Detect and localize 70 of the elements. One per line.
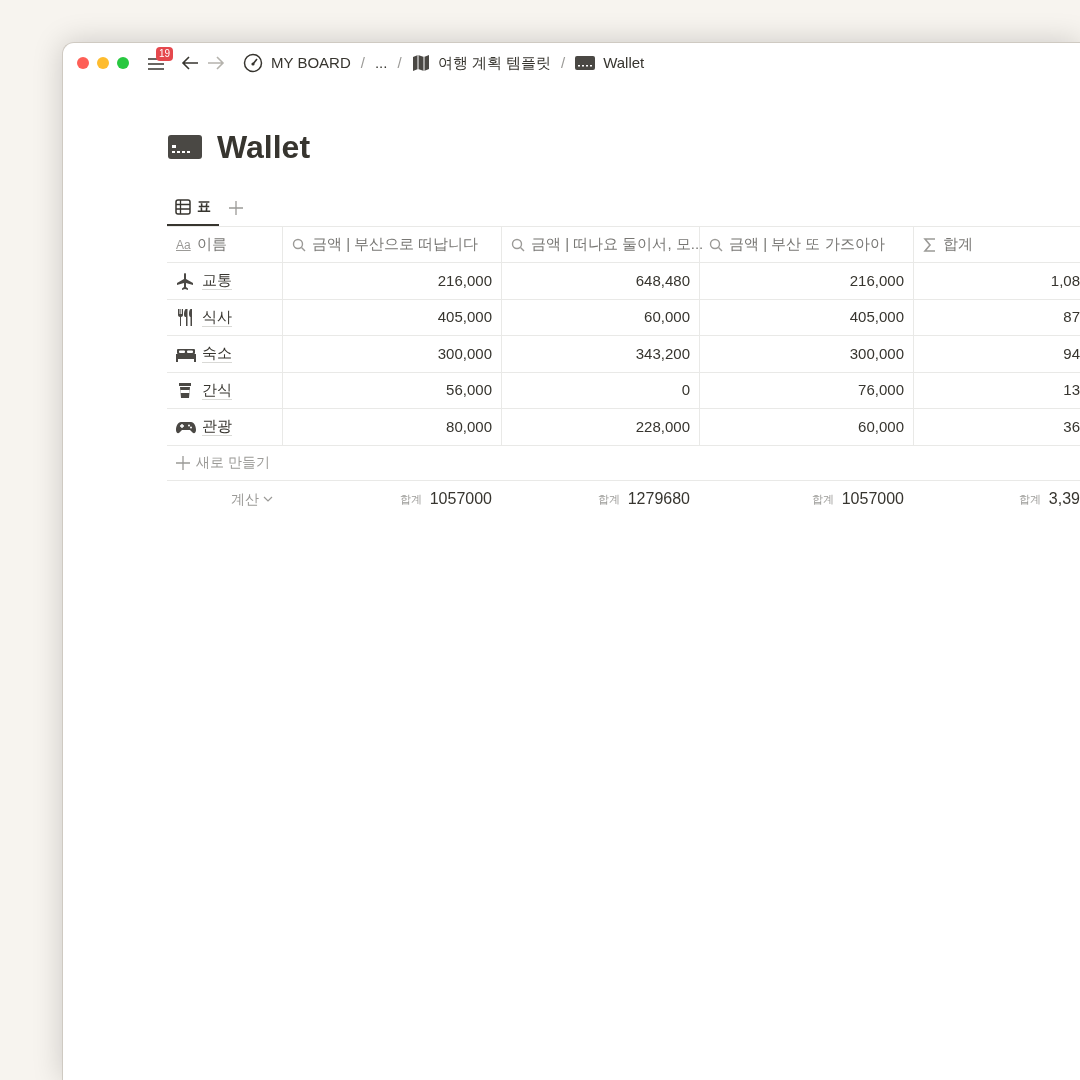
table-icon [175,198,191,215]
table-cell-text: 76,000 [858,380,904,400]
column-header[interactable]: Aa 이름 [167,227,282,262]
card-icon [167,133,203,161]
row-name[interactable]: 숙소 [202,344,232,364]
table-cell-text: 343,200 [635,343,690,364]
sigma-icon [923,236,937,253]
close-window-button[interactable] [77,57,89,69]
search-icon [292,237,306,252]
search-icon [709,237,723,252]
table-cell-text: 0 [681,380,690,400]
table-cell-text: 300,000 [849,343,904,364]
table-cell-text: 94 [1063,343,1080,364]
table-cell-text: 216,000 [437,270,492,291]
breadcrumb-link[interactable]: ... [374,51,388,75]
back-arrow-icon[interactable] [181,55,199,71]
title-type-icon: Aa [176,235,191,254]
forward-arrow-icon[interactable] [207,55,225,71]
search-icon [511,237,525,252]
table-view-tab[interactable]: 표 [167,189,219,226]
row-name[interactable]: 교통 [202,271,232,291]
column-title: 금액 | 부산으로 떠납니다 [312,234,479,255]
column-header[interactable]: 합계 [913,227,1080,262]
minimize-window-button[interactable] [97,57,109,69]
sum-label: 합계 [399,491,422,507]
breadcrumb-separator: / [397,52,402,73]
plus-icon [176,455,190,470]
table-cell-text: 56,000 [446,380,492,400]
table-cell-text: 36 [1063,416,1080,437]
column-title: 금액 | 부산 또 가즈아아 [729,234,885,255]
add-view-icon[interactable] [229,200,243,215]
table-cell-text: 405,000 [849,307,904,327]
row-name[interactable]: 간식 [202,380,232,400]
table-cell-text: 300,000 [437,343,492,364]
table-cell-text: 405,000 [437,307,492,327]
table-cell-text: 60,000 [644,307,690,327]
sum-label: 합계 [597,491,620,507]
sum-label: 합계 [1018,491,1041,507]
airplane-icon [176,271,196,290]
page-title: Wallet [217,128,311,167]
row-name[interactable]: 관광 [202,417,232,437]
breadcrumb-link[interactable]: MY BOARD [243,51,351,75]
zoom-window-button[interactable] [117,57,129,69]
map-icon [411,54,430,72]
notification-badge: 19 [156,47,174,61]
table-cell-text: 1,08 [1050,270,1080,291]
menu-icon[interactable] [147,56,165,72]
sum-label: 합계 [811,491,834,507]
breadcrumb-link[interactable]: Wallet [575,51,645,75]
sum-value: 1057000 [429,489,492,509]
table-cell-text: 228,000 [635,416,690,437]
breadcrumb-separator: / [360,52,365,73]
card-icon [575,55,596,71]
table-cell-text: 60,000 [858,416,904,437]
table-cell-text: 648,480 [635,270,690,291]
gauge-icon [243,53,263,73]
sum-value: 1279680 [627,489,690,509]
chevron-down-icon [263,496,273,502]
table-cell-text: 87 [1063,307,1080,327]
table-cell-text: 216,000 [849,270,904,291]
table-cell-text: 13 [1063,380,1080,400]
column-title: 이름 [196,234,227,255]
sum-value: 1057000 [841,489,904,509]
column-title: 합계 [943,234,973,255]
breadcrumb-link[interactable]: 여행 계획 템플릿 [411,51,551,75]
row-name[interactable]: 식사 [202,307,232,327]
column-header[interactable]: 금액 | 부산으로 떠납니다 [282,227,501,262]
table-cell-text: 80,000 [446,416,492,437]
sum-value: 3,39 [1048,489,1080,509]
breadcrumb-separator: / [560,52,566,73]
